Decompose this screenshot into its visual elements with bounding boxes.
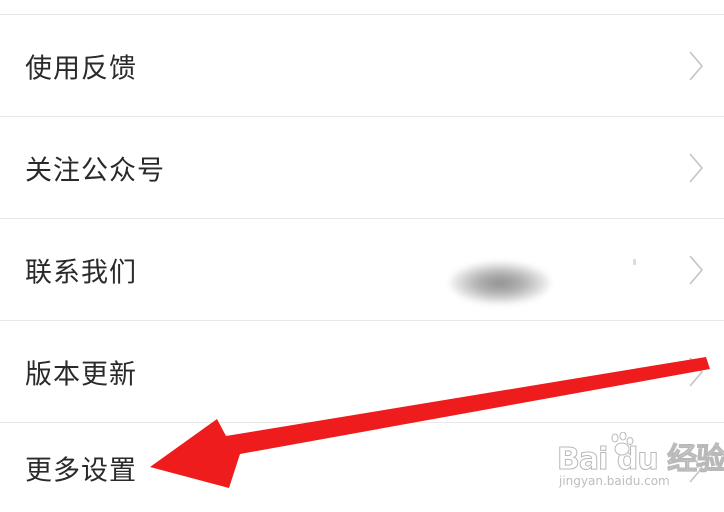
menu-item-label: 关注公众号 xyxy=(25,155,165,186)
menu-item-contact-us[interactable]: 联系我们 xyxy=(0,219,724,321)
redacted-blur xyxy=(450,262,550,304)
image-artifact xyxy=(633,259,636,265)
chevron-right-icon xyxy=(689,50,704,81)
menu-item-label: 使用反馈 xyxy=(25,53,137,84)
menu-item-follow-account[interactable]: 关注公众号 xyxy=(0,117,724,219)
chevron-right-icon xyxy=(689,254,704,285)
menu-item-label: 版本更新 xyxy=(25,359,137,390)
menu-item-version-update[interactable]: 版本更新 xyxy=(0,321,724,423)
menu-item-feedback[interactable]: 使用反馈 xyxy=(0,15,724,117)
chevron-right-icon xyxy=(689,152,704,183)
menu-item-label: 更多设置 xyxy=(25,455,137,486)
chevron-right-icon xyxy=(689,356,704,387)
menu-item-more-settings[interactable]: 更多设置 xyxy=(0,423,724,512)
chevron-right-icon xyxy=(689,452,704,483)
menu-item-label: 联系我们 xyxy=(25,257,137,288)
settings-list: 使用反馈 关注公众号 联系我们 版本更新 更多设置 xyxy=(0,0,724,512)
